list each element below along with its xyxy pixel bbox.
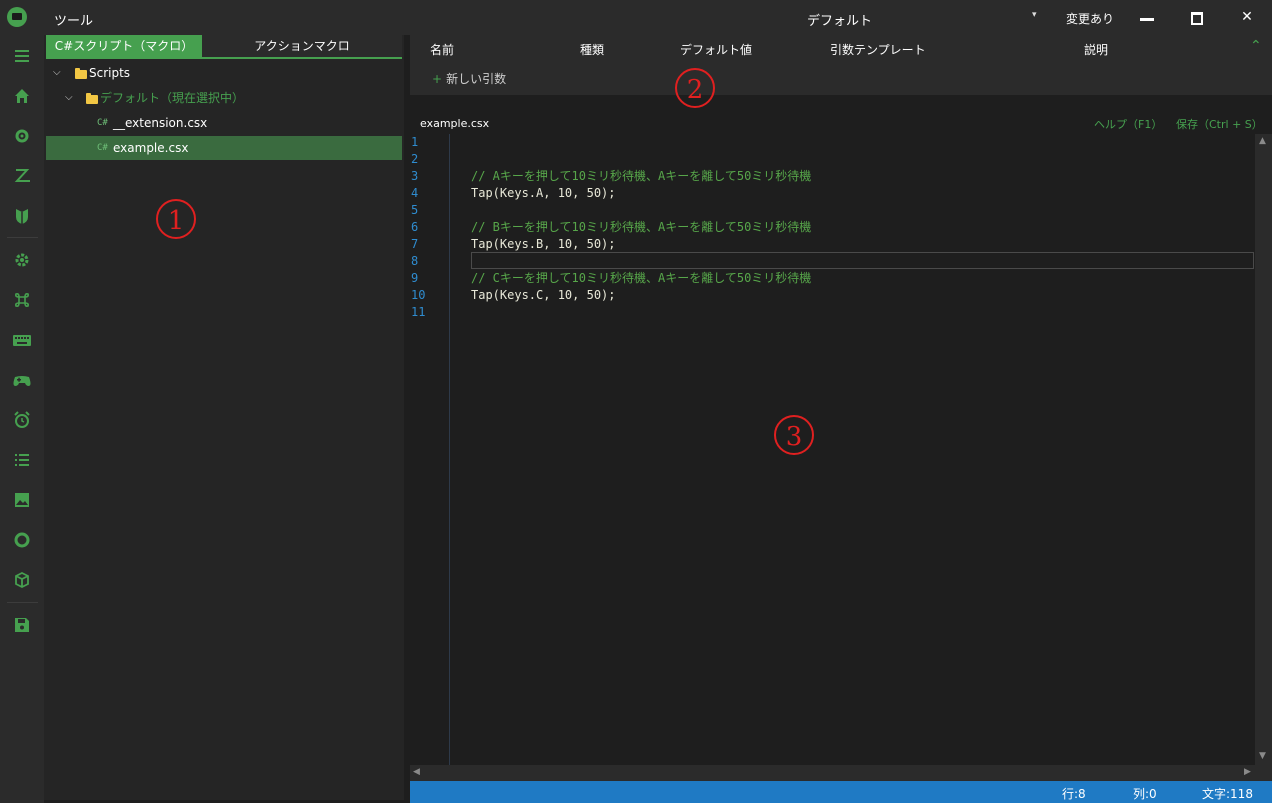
annotation-marker-2: 2 xyxy=(675,68,715,108)
cube-icon[interactable] xyxy=(11,569,33,591)
code-line: Tap(Keys.A, 10, 50); xyxy=(471,186,616,200)
collapse-arguments-icon[interactable]: ⌃ xyxy=(1250,38,1262,54)
line-number: 3 xyxy=(411,169,419,183)
circle-icon[interactable] xyxy=(11,529,33,551)
list-icon[interactable] xyxy=(11,449,33,471)
column-type[interactable]: 種類 xyxy=(580,41,604,58)
save-button[interactable]: 保存（Ctrl + S） xyxy=(1176,116,1263,132)
profile-dropdown-icon[interactable]: ▾ xyxy=(1032,10,1037,20)
new-argument-label: 新しい引数 xyxy=(446,72,507,86)
z-icon[interactable] xyxy=(11,165,33,187)
column-name[interactable]: 名前 xyxy=(430,41,454,58)
shield-icon[interactable] xyxy=(11,205,33,227)
chevron-down-icon[interactable]: ⌵ xyxy=(65,86,73,110)
app-logo-icon xyxy=(7,7,27,27)
tree-node-label: Scripts xyxy=(89,66,131,80)
save-icon[interactable] xyxy=(11,614,33,636)
line-number: 2 xyxy=(411,152,419,166)
column-argument-template[interactable]: 引数テンプレート xyxy=(830,41,926,58)
gutter-divider xyxy=(449,134,450,765)
horizontal-scrollbar[interactable]: ◀ ▶ xyxy=(410,765,1272,781)
status-column: 列:0 xyxy=(1133,787,1157,801)
line-number: 6 xyxy=(411,220,419,234)
minimize-icon xyxy=(1140,18,1154,21)
command-icon[interactable] xyxy=(11,289,33,311)
line-number: 9 xyxy=(411,271,419,285)
column-description[interactable]: 説明 xyxy=(1084,41,1108,58)
tab-action-macros[interactable]: アクションマクロ xyxy=(202,35,402,58)
tree-file-label: example.csx xyxy=(113,141,189,155)
tree-file-label: __extension.csx xyxy=(113,116,208,130)
help-button[interactable]: ヘルプ（F1） xyxy=(1094,116,1162,132)
annotation-marker-1: 1 xyxy=(156,199,196,239)
settings-icon[interactable] xyxy=(11,125,33,147)
app-title: ツール xyxy=(54,14,94,29)
code-comment-line: // Cキーを押して10ミリ秒待機、Aキーを離して50ミリ秒待機 xyxy=(471,271,812,285)
current-line-highlight xyxy=(471,252,1254,269)
changes-status: 変更あり xyxy=(1066,12,1115,26)
nav-rail xyxy=(0,35,44,803)
close-button[interactable]: ✕ xyxy=(1224,0,1270,35)
folder-settings-icon xyxy=(86,93,98,104)
line-number: 11 xyxy=(411,305,426,319)
tree-node-label: デフォルト（現在選択中） xyxy=(100,91,245,105)
status-char-count: 文字:118 xyxy=(1202,787,1253,801)
nav-separator xyxy=(7,602,38,603)
minimize-button[interactable] xyxy=(1124,0,1170,35)
scroll-up-icon[interactable]: ▲ xyxy=(1259,136,1266,146)
new-argument-button[interactable]: + 新しい引数 xyxy=(432,70,506,87)
gear-icon[interactable] xyxy=(11,249,33,271)
nav-separator xyxy=(7,237,38,238)
alarm-icon[interactable] xyxy=(11,409,33,431)
folder-open-icon xyxy=(75,68,87,79)
home-icon[interactable] xyxy=(11,85,33,107)
scroll-right-icon[interactable]: ▶ xyxy=(1244,767,1251,777)
line-number: 10 xyxy=(411,288,426,302)
status-row: 行:8 xyxy=(1062,787,1086,801)
scroll-left-icon[interactable]: ◀ xyxy=(413,767,420,777)
scroll-down-icon[interactable]: ▼ xyxy=(1259,751,1266,761)
menu-icon[interactable] xyxy=(11,45,33,67)
line-number: 1 xyxy=(411,135,419,149)
code-comment-line: // Aキーを押して10ミリ秒待機、Aキーを離して50ミリ秒待機 xyxy=(471,169,812,183)
line-number: 7 xyxy=(411,237,419,251)
keyboard-icon[interactable] xyxy=(11,329,33,351)
csharp-file-icon: C# xyxy=(97,118,108,128)
code-line: Tap(Keys.C, 10, 50); xyxy=(471,288,616,302)
csharp-file-icon: C# xyxy=(97,143,108,153)
tab-csharp-scripts[interactable]: C#スクリプト（マクロ） xyxy=(46,35,202,58)
editor-file-tab[interactable]: example.csx xyxy=(420,117,489,130)
chevron-down-icon[interactable]: ⌵ xyxy=(53,61,61,85)
plus-icon: + xyxy=(432,72,443,86)
annotation-marker-3: 3 xyxy=(774,415,814,455)
code-comment-line: // Bキーを押して10ミリ秒待機、Aキーを離して50ミリ秒待機 xyxy=(471,220,812,234)
gamepad-icon[interactable] xyxy=(11,369,33,391)
vertical-scrollbar[interactable]: ▲ ▼ xyxy=(1255,134,1272,765)
maximize-icon xyxy=(1191,12,1203,25)
column-default-value[interactable]: デフォルト値 xyxy=(680,41,752,58)
arguments-list xyxy=(410,61,1272,95)
profile-name[interactable]: デフォルト xyxy=(807,10,872,29)
image-icon[interactable] xyxy=(11,489,33,511)
maximize-button[interactable] xyxy=(1174,0,1220,35)
line-number: 4 xyxy=(411,186,419,200)
code-line: Tap(Keys.B, 10, 50); xyxy=(471,237,616,251)
tab-underline xyxy=(46,57,402,59)
line-number: 8 xyxy=(411,254,419,268)
line-number: 5 xyxy=(411,203,419,217)
